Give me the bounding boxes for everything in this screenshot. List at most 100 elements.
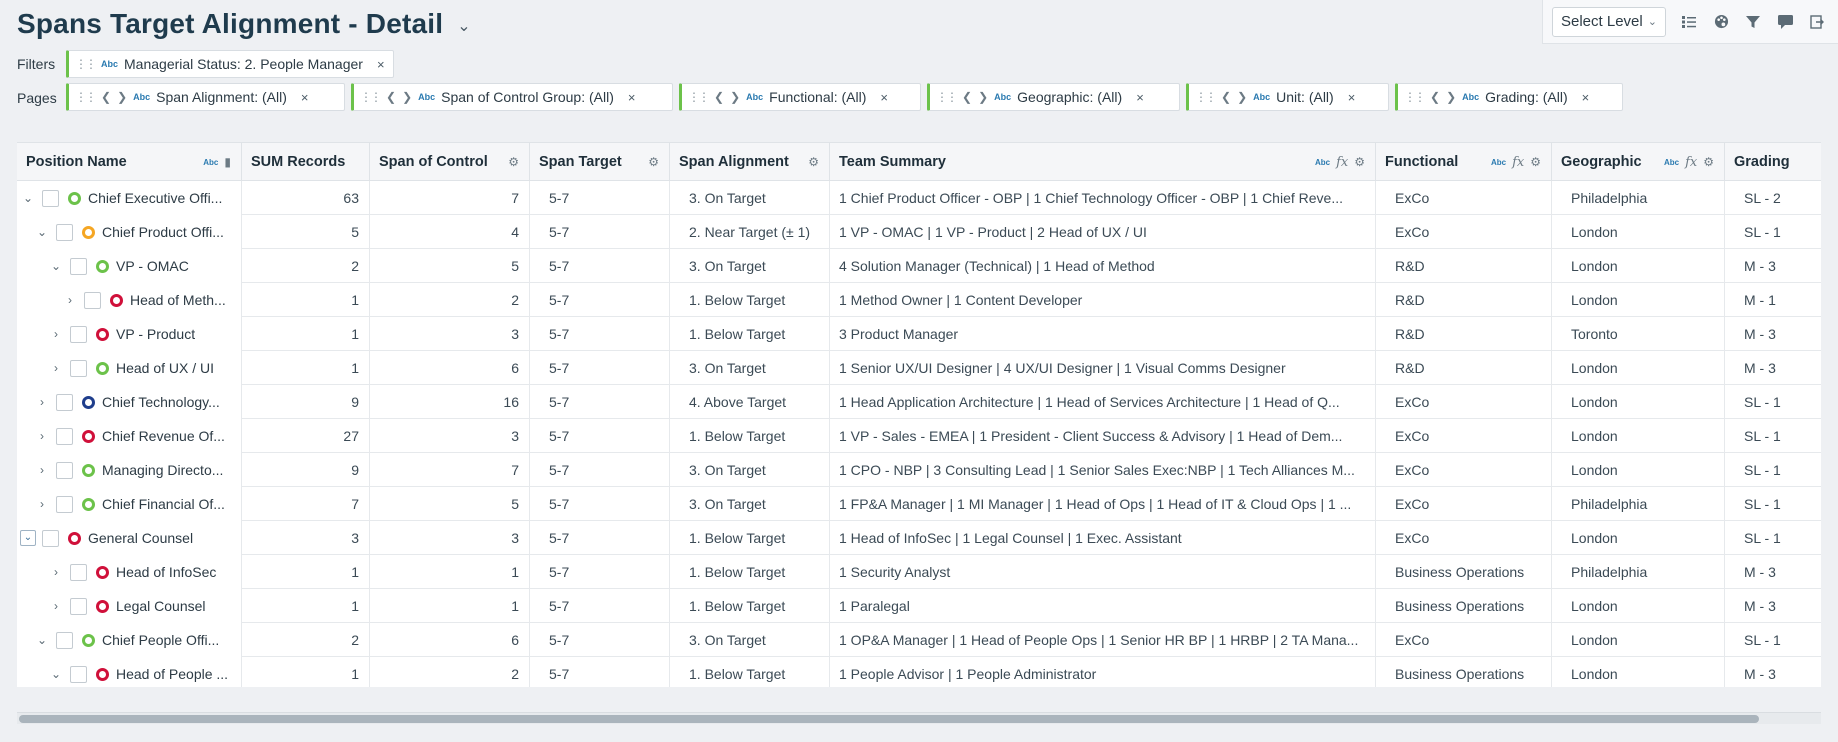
table-row[interactable]: › Chief Technology... 9 16 5-7 4. Above Targe…	[17, 385, 1821, 419]
chevron-right-icon[interactable]: ›	[34, 497, 50, 511]
table-row[interactable]: › Managing Directo... 9 7 5-7 3. On Target 1 C…	[17, 453, 1821, 487]
row-checkbox[interactable]	[84, 291, 101, 309]
table-row[interactable]: › VP - Product 1 3 5-7 1. Below Target 3 Produ…	[17, 317, 1821, 351]
close-icon[interactable]: ×	[377, 57, 385, 72]
chevron-down-icon[interactable]: ⌄	[34, 225, 50, 239]
header-span-of-control[interactable]: Span of Control ⚙	[370, 143, 530, 181]
chevron-right-icon[interactable]: ❯	[402, 90, 412, 104]
chevron-right-icon[interactable]: ❯	[978, 90, 988, 104]
table-row[interactable]: ⌄ General Counsel 3 3 5-7 1. Below Target 1 He…	[17, 521, 1821, 555]
chevron-down-icon[interactable]: ⌄	[20, 191, 36, 205]
chevron-right-icon[interactable]: ›	[48, 565, 64, 579]
horizontal-scrollbar[interactable]	[17, 712, 1821, 724]
chevron-down-icon[interactable]: ⌄	[48, 667, 64, 681]
row-checkbox[interactable]	[56, 495, 73, 513]
row-checkbox[interactable]	[42, 189, 59, 207]
table-row[interactable]: ⌄ Chief Executive Offi... 63 7 5-7 3. On Targ…	[17, 181, 1821, 215]
gear-icon[interactable]: ⚙	[508, 155, 519, 169]
row-checkbox[interactable]	[56, 461, 73, 479]
drag-handle-icon[interactable]: ⋮⋮	[1404, 90, 1426, 104]
chevron-right-icon[interactable]: ❯	[1446, 90, 1456, 104]
close-icon[interactable]: ×	[880, 90, 888, 105]
chevron-down-icon[interactable]: ⌄	[34, 633, 50, 647]
gear-icon[interactable]: ⚙	[1530, 155, 1541, 169]
table-row[interactable]: › Legal Counsel 1 1 5-7 1. Below Target 1 Para…	[17, 589, 1821, 623]
row-checkbox[interactable]	[70, 665, 87, 683]
row-checkbox[interactable]	[56, 223, 73, 241]
chevron-right-icon[interactable]: ❯	[117, 90, 127, 104]
chevron-right-icon[interactable]: ›	[48, 599, 64, 613]
gear-icon[interactable]: ⚙	[808, 155, 819, 169]
header-functional[interactable]: Functional Abc fx ⚙	[1376, 143, 1552, 181]
palette-icon[interactable]	[1712, 13, 1730, 31]
chevron-right-icon[interactable]: ›	[48, 361, 64, 375]
header-span-alignment[interactable]: Span Alignment ⚙	[670, 143, 830, 181]
chevron-left-icon[interactable]: ❮	[101, 90, 111, 104]
chevron-right-icon[interactable]: ❯	[1237, 90, 1247, 104]
page-chip[interactable]: ⋮⋮ ❮ ❯ Abc Span of Control Group: (All) ×	[351, 83, 673, 111]
chevron-down-icon[interactable]: ⌄	[48, 259, 64, 273]
close-icon[interactable]: ×	[1348, 90, 1356, 105]
filter-chip-managerial-status[interactable]: ⋮⋮ Abc Managerial Status: 2. People Mana…	[66, 50, 394, 78]
bookmark-icon[interactable]: ▮	[224, 155, 231, 169]
chevron-left-icon[interactable]: ❮	[714, 90, 724, 104]
close-icon[interactable]: ×	[628, 90, 636, 105]
gear-icon[interactable]: ⚙	[1354, 155, 1365, 169]
formula-icon[interactable]: fx	[1512, 155, 1524, 170]
chevron-left-icon[interactable]: ❮	[1221, 90, 1231, 104]
filter-icon[interactable]	[1744, 13, 1762, 31]
page-chip[interactable]: ⋮⋮ ❮ ❯ Abc Geographic: (All) ×	[927, 83, 1180, 111]
chevron-left-icon[interactable]: ❮	[1430, 90, 1440, 104]
gear-icon[interactable]: ⚙	[648, 155, 659, 169]
table-row[interactable]: › Chief Financial Of... 7 5 5-7 3. On Target 1…	[17, 487, 1821, 521]
table-row[interactable]: ⌄ Chief Product Offi... 5 4 5-7 2. Near Targe…	[17, 215, 1821, 249]
row-checkbox[interactable]	[56, 427, 73, 445]
table-row[interactable]: ⌄ VP - OMAC 2 5 5-7 3. On Target 4 Solution Ma…	[17, 249, 1821, 283]
chevron-right-icon[interactable]: ›	[34, 463, 50, 477]
chevron-right-icon[interactable]: ❯	[730, 90, 740, 104]
chevron-left-icon[interactable]: ❮	[962, 90, 972, 104]
table-row[interactable]: ⌄ Chief People Offi... 2 6 5-7 3. On Target 1 …	[17, 623, 1821, 657]
chevron-left-icon[interactable]: ❮	[386, 90, 396, 104]
select-level-dropdown[interactable]: Select Level ⌄	[1552, 6, 1666, 37]
row-checkbox[interactable]	[42, 529, 59, 547]
table-row[interactable]: › Head of Meth... 1 2 5-7 1. Below Target 1 Me…	[17, 283, 1821, 317]
comment-icon[interactable]	[1776, 13, 1794, 31]
header-position-name[interactable]: Position Name Abc ▮	[17, 143, 242, 181]
row-checkbox[interactable]	[70, 325, 87, 343]
row-checkbox[interactable]	[70, 563, 87, 581]
close-icon[interactable]: ×	[1136, 90, 1144, 105]
table-row[interactable]: › Head of InfoSec 1 1 5-7 1. Below Target 1 Se…	[17, 555, 1821, 589]
drag-handle-icon[interactable]: ⋮⋮	[936, 90, 958, 104]
header-sum-records[interactable]: SUM Records	[242, 143, 370, 181]
page-chip[interactable]: ⋮⋮ ❮ ❯ Abc Span Alignment: (All) ×	[66, 83, 345, 111]
close-icon[interactable]: ×	[301, 90, 309, 105]
chevron-down-icon[interactable]: ⌄	[20, 530, 36, 546]
chevron-right-icon[interactable]: ›	[34, 429, 50, 443]
header-team-summary[interactable]: Team Summary Abc fx ⚙	[830, 143, 1376, 181]
chevron-right-icon[interactable]: ›	[48, 327, 64, 341]
table-row[interactable]: › Chief Revenue Of... 27 3 5-7 1. Below Targe…	[17, 419, 1821, 453]
row-checkbox[interactable]	[70, 257, 87, 275]
drag-handle-icon[interactable]: ⋮⋮	[1195, 90, 1217, 104]
chevron-right-icon[interactable]: ›	[62, 293, 78, 307]
header-grading[interactable]: Grading	[1725, 143, 1821, 181]
page-chip[interactable]: ⋮⋮ ❮ ❯ Abc Grading: (All) ×	[1395, 83, 1623, 111]
list-icon[interactable]	[1680, 13, 1698, 31]
page-chip[interactable]: ⋮⋮ ❮ ❯ Abc Unit: (All) ×	[1186, 83, 1389, 111]
table-row[interactable]: › Head of UX / UI 1 6 5-7 3. On Target 1 Senio…	[17, 351, 1821, 385]
page-chip[interactable]: ⋮⋮ ❮ ❯ Abc Functional: (All) ×	[679, 83, 921, 111]
header-geographic[interactable]: Geographic Abc fx ⚙	[1552, 143, 1725, 181]
drag-handle-icon[interactable]: ⋮⋮	[360, 90, 382, 104]
row-checkbox[interactable]	[70, 359, 87, 377]
title-chevron-down-icon[interactable]: ⌄	[457, 16, 470, 36]
drag-handle-icon[interactable]: ⋮⋮	[688, 90, 710, 104]
exit-icon[interactable]	[1808, 13, 1826, 31]
close-icon[interactable]: ×	[1582, 90, 1590, 105]
row-checkbox[interactable]	[56, 631, 73, 649]
formula-icon[interactable]: fx	[1685, 155, 1697, 170]
scrollbar-thumb[interactable]	[19, 715, 1759, 723]
table-row[interactable]: ⌄ Head of People ... 1 2 5-7 1. Below Target 1…	[17, 657, 1821, 687]
header-span-target[interactable]: Span Target ⚙	[530, 143, 670, 181]
formula-icon[interactable]: fx	[1336, 155, 1348, 170]
